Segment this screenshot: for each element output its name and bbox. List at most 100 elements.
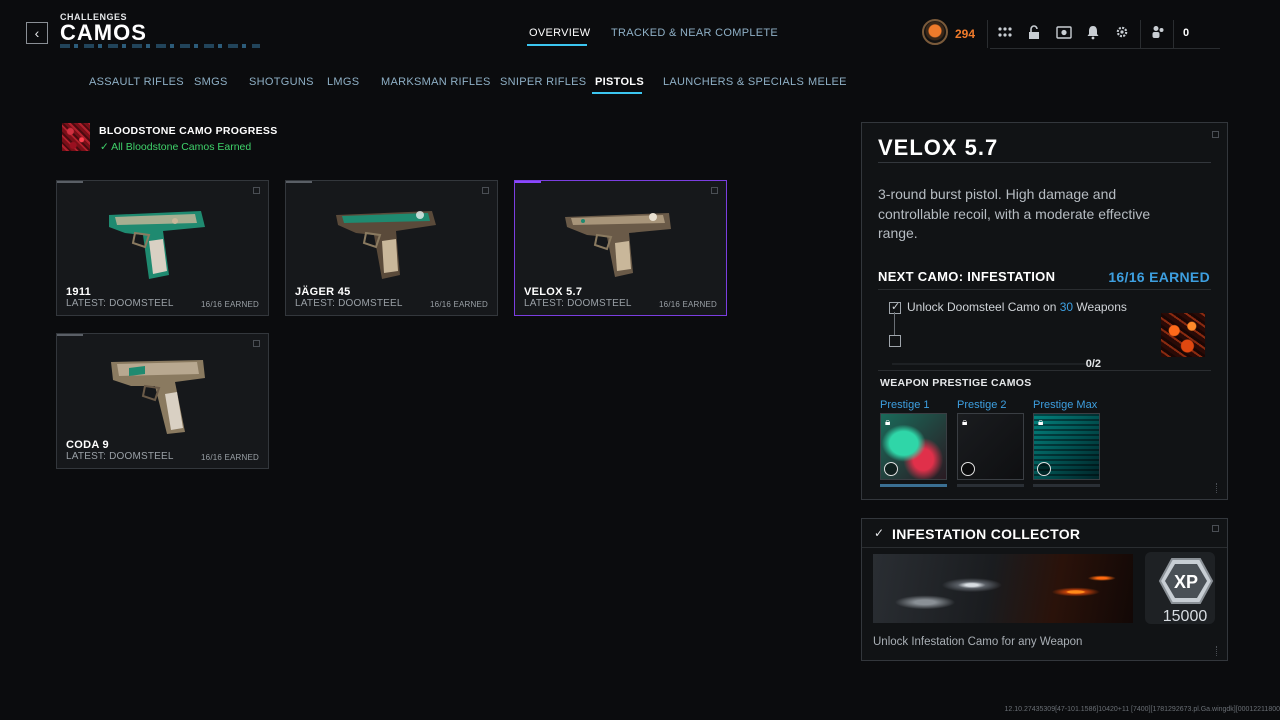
category-shotguns[interactable]: SHOTGUNS (249, 76, 314, 88)
prestige-max-progress (1033, 484, 1100, 487)
detail-description: 3-round burst pistol. High damage and co… (878, 186, 1151, 241)
bell-icon[interactable] (1085, 24, 1101, 40)
bloodstone-title: BLOODSTONE CAMO PROGRESS (99, 125, 278, 137)
infestation-collector-panel: ✓ INFESTATION COLLECTOR XP 15000 Unlock … (861, 518, 1228, 661)
header-divider (1140, 20, 1141, 48)
objective-text-prefix: Unlock Doomsteel Camo on (907, 300, 1060, 314)
objective-text-suffix: Weapons (1073, 300, 1127, 314)
lock-icon: 🔒︎ (962, 417, 968, 428)
collector-description: Unlock Infestation Camo for any Weapon (873, 636, 1083, 648)
weapon-earned: 16/16 EARNED (201, 453, 259, 462)
prestige-badge-icon (1037, 462, 1051, 476)
card-corner-icon (711, 187, 718, 194)
weapon-latest-camo: LATEST: DOOMSTEEL (295, 298, 403, 309)
card-corner-icon (482, 187, 489, 194)
objective-checkbox-empty (889, 335, 901, 347)
divider (878, 289, 1211, 290)
objective-progress-track (892, 363, 1092, 365)
divider (878, 370, 1211, 371)
pistol-coda-9-image (111, 360, 205, 434)
header-divider (1173, 20, 1174, 48)
card-progress-marker (286, 181, 312, 183)
divider (878, 162, 1211, 163)
header-divider (987, 20, 988, 48)
friends-icon[interactable] (1150, 24, 1166, 40)
weapon-card-velox-5-7[interactable]: VELOX 5.7 LATEST: DOOMSTEEL 16/16 EARNED (514, 180, 727, 316)
pistol-velox-5-7-image (565, 213, 671, 277)
objective-text: Unlock Doomsteel Camo on 30 Weapons (907, 300, 1127, 314)
card-progress-marker (57, 181, 83, 183)
panel-grip-icon (1216, 483, 1219, 493)
player-emblem-icon[interactable] (922, 19, 948, 45)
prestige-camos-heading: WEAPON PRESTIGE CAMOS (880, 377, 1032, 389)
lock-icon: 🔒︎ (885, 417, 891, 428)
camera-icon[interactable] (1056, 24, 1072, 40)
prestige-progress-fill (880, 484, 947, 487)
prestige-badge-icon (884, 462, 898, 476)
infestation-camo-thumbnail[interactable] (1161, 313, 1205, 357)
weapon-name: 1911 (66, 286, 92, 298)
divider (862, 547, 1227, 548)
objective-checkbox-checked (889, 300, 901, 314)
xp-value: 15000 (1162, 608, 1208, 625)
prestige-1-camo-tile[interactable]: 🔒︎ (880, 413, 947, 480)
pistol-jager-45-image (336, 211, 436, 279)
card-corner-icon (253, 187, 260, 194)
header-rule (990, 48, 1220, 49)
objective-count: 30 (1059, 300, 1074, 314)
xp-label: XP (1174, 572, 1198, 592)
weapon-latest-camo: LATEST: DOOMSTEEL (66, 451, 174, 462)
pistol-1911-image (109, 211, 205, 279)
tab-overview[interactable]: OVERVIEW (529, 27, 591, 39)
tab-tracked-near-complete[interactable]: TRACKED & NEAR COMPLETE (611, 27, 778, 39)
gear-icon[interactable] (1114, 24, 1130, 40)
unlock-icon[interactable] (1026, 24, 1042, 40)
prestige-2-camo-tile[interactable]: 🔒︎ (957, 413, 1024, 480)
category-launchers-specials[interactable]: LAUNCHERS & SPECIALS (663, 76, 804, 88)
category-pistols-underline (592, 92, 642, 94)
category-smgs[interactable]: SMGS (194, 76, 228, 88)
prestige-max-camo-tile[interactable]: 🔒︎ (1033, 413, 1100, 480)
card-progress-marker (57, 334, 83, 336)
grid-icon[interactable] (997, 24, 1013, 40)
bloodstone-camo-icon (62, 123, 90, 151)
check-icon: ✓ (100, 141, 109, 153)
build-info: 12.10.27435309[47-101.1586]10420+11 [740… (1004, 706, 1280, 713)
prestige-max-label: Prestige Max (1033, 399, 1098, 411)
detail-weapon-title: VELOX 5.7 (878, 135, 999, 160)
objective-connector (894, 312, 895, 336)
bloodstone-status-text: All Bloodstone Camos Earned (111, 141, 252, 153)
tab-overview-underline (527, 44, 587, 46)
category-sniper-rifles[interactable]: SNIPER RIFLES (500, 76, 586, 88)
weapon-detail-panel: VELOX 5.7 3-round burst pistol. High dam… (861, 122, 1228, 500)
card-progress-marker (515, 181, 541, 183)
weapon-name: JÄGER 45 (295, 286, 351, 298)
chevron-left-icon: ‹ (34, 25, 40, 41)
category-melee[interactable]: MELEE (808, 76, 847, 88)
weapon-card-jager-45[interactable]: JÄGER 45 LATEST: DOOMSTEEL 16/16 EARNED (285, 180, 498, 316)
weapon-name: CODA 9 (66, 439, 109, 451)
currency-amount: 294 (955, 27, 976, 41)
category-marksman-rifles[interactable]: MARKSMAN RIFLES (381, 76, 491, 88)
weapon-name: VELOX 5.7 (524, 286, 583, 298)
category-pistols[interactable]: PISTOLS (595, 76, 644, 88)
xp-icon: XP (1158, 558, 1214, 604)
next-camo-label: NEXT CAMO: INFESTATION (878, 269, 1056, 284)
weapon-card-1911[interactable]: 1911 LATEST: DOOMSTEEL 16/16 EARNED (56, 180, 269, 316)
weapon-earned: 16/16 EARNED (659, 300, 717, 309)
page-title: CAMOS (60, 20, 147, 45)
category-lmgs[interactable]: LMGS (327, 76, 359, 88)
back-button[interactable]: ‹ (26, 22, 48, 44)
panel-corner-icon (1212, 131, 1219, 138)
next-camo-earned: 16/16 EARNED (1108, 269, 1210, 285)
title-decoration (60, 44, 260, 48)
collector-reward-image (873, 554, 1133, 623)
weapon-card-coda-9[interactable]: CODA 9 LATEST: DOOMSTEEL 16/16 EARNED (56, 333, 269, 469)
prestige-badge-icon (961, 462, 975, 476)
lock-icon: 🔒︎ (1038, 417, 1044, 428)
friends-count: 0 (1183, 27, 1190, 39)
weapon-latest-camo: LATEST: DOOMSTEEL (66, 298, 174, 309)
panel-corner-icon (1212, 525, 1219, 532)
bloodstone-status: ✓ All Bloodstone Camos Earned (100, 141, 251, 153)
category-assault-rifles[interactable]: ASSAULT RIFLES (89, 76, 184, 88)
